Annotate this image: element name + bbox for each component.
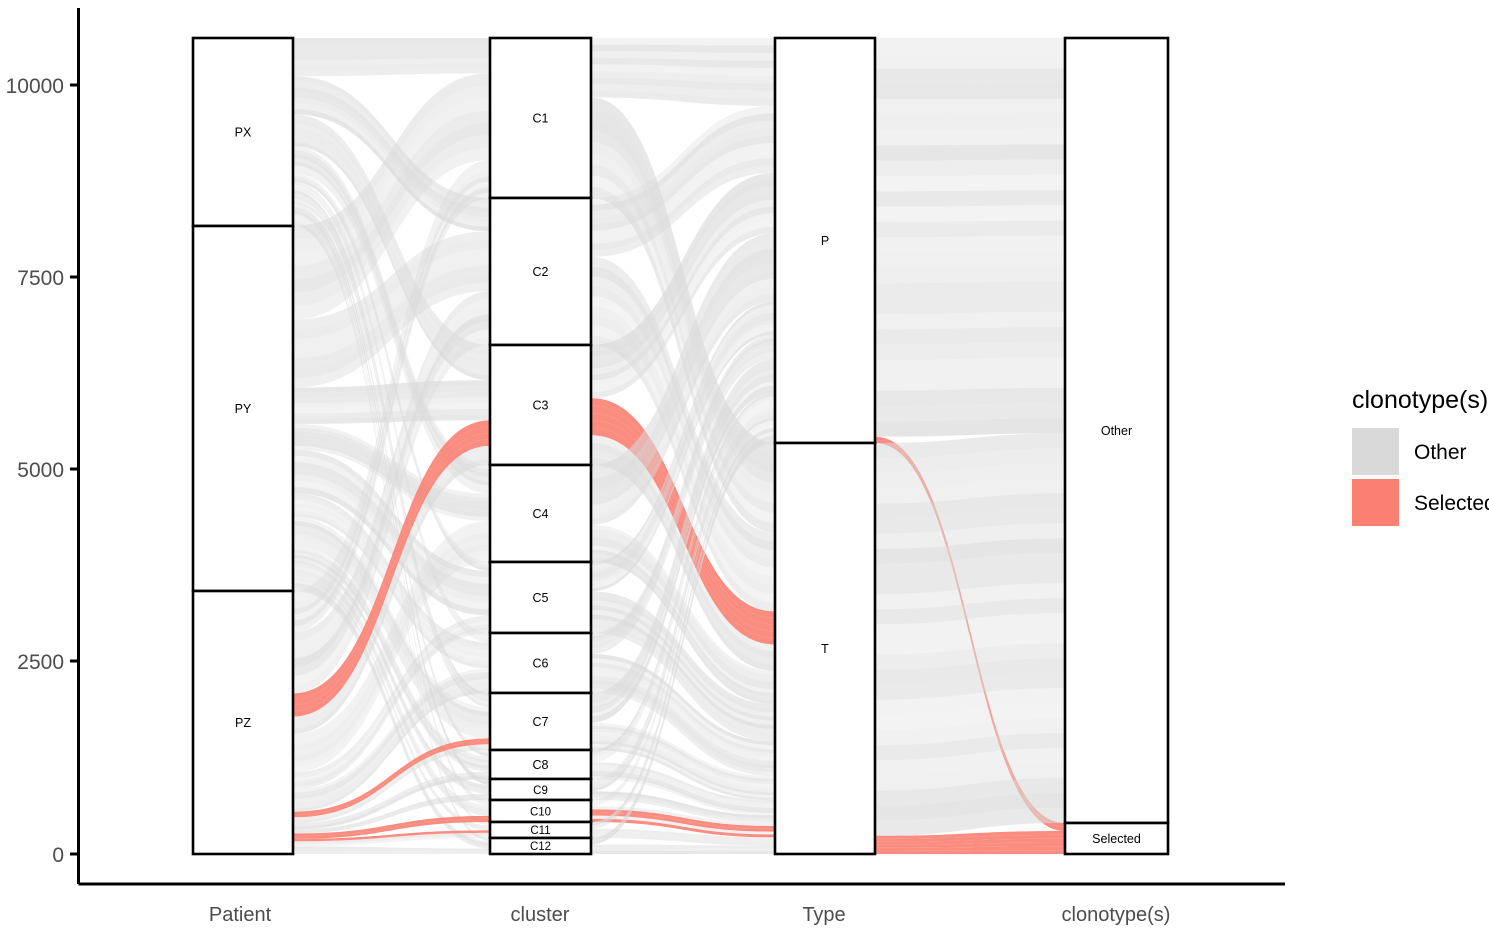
y-axis-tick-label: 7500	[17, 267, 64, 290]
node-clonotype-other[interactable]: Other	[1063, 36, 1170, 825]
legend-swatch-selected[interactable]	[1352, 479, 1399, 526]
flow-patient-cluster-PX-to-C1	[293, 43, 490, 49]
legend-title: clonotype(s)	[1352, 386, 1488, 414]
node-type-t[interactable]: T	[773, 441, 877, 856]
node-label: P	[821, 234, 829, 248]
node-label: C3	[533, 399, 549, 413]
node-label: C8	[533, 758, 549, 772]
legend-layer: clonotype(s) Other Selected	[1352, 386, 1489, 526]
flow-type-clonotype-P-to-Other	[875, 296, 1065, 314]
node-label: PY	[235, 402, 252, 416]
flow-type-clonotype-P-to-Other	[875, 205, 1065, 222]
x-axis-label-cluster: cluster	[511, 904, 570, 926]
y-axis-tick-label: 10000	[6, 75, 64, 98]
node-label: C5	[533, 591, 549, 605]
node-patient-pz[interactable]: PZ	[191, 589, 295, 856]
flow-cluster-type-C1-to-P	[591, 38, 775, 46]
node-label: T	[821, 642, 829, 656]
alluvial-chart: PX PY PZ C1 C2 C3 C4 C5 C6 C7 C8 C9 C10 C11 C12 P T Other…	[6, 8, 1489, 926]
x-axis-label-clonotypes: clonotype(s)	[1062, 904, 1171, 926]
flow-type-clonotype-P-to-Other	[875, 144, 1065, 161]
flow-type-clonotype-P-to-Other	[875, 220, 1065, 238]
flow-type-clonotype-P-to-Other	[875, 129, 1065, 146]
node-cluster-c2[interactable]: C2	[488, 196, 593, 347]
flow-type-clonotype-P-to-Other	[875, 68, 1065, 84]
node-cluster-c3[interactable]: C3	[488, 343, 593, 467]
node-type-p[interactable]: P	[773, 36, 877, 445]
flow-type-clonotype-P-to-Other	[875, 311, 1065, 330]
flow-type-clonotype-P-to-Other	[875, 174, 1065, 192]
node-cluster-c10[interactable]: C10	[488, 798, 593, 824]
flow-type-clonotype-P-to-Other	[875, 326, 1065, 345]
node-cluster-c8[interactable]: C8	[488, 748, 593, 781]
legend-swatch-other[interactable]	[1352, 428, 1399, 475]
node-label: C9	[533, 785, 548, 797]
node-cluster-c4[interactable]: C4	[488, 463, 593, 564]
x-axis-label-patient: Patient	[209, 904, 272, 926]
flow-type-clonotype-P-to-Other	[875, 266, 1065, 284]
flow-type-clonotype-P-to-Other	[875, 114, 1065, 130]
node-label: PX	[235, 126, 252, 140]
node-cluster-c9[interactable]: C9	[488, 777, 593, 802]
flow-type-clonotype-P-to-Other	[875, 357, 1065, 376]
flow-type-clonotype-P-to-Other	[875, 53, 1065, 69]
node-label: C10	[530, 807, 551, 819]
chart-root: PX PY PZ C1 C2 C3 C4 C5 C6 C7 C8 C9 C10 C11 C12 P T Other…	[0, 0, 1489, 932]
node-label: Other	[1101, 424, 1132, 438]
node-label: C11	[530, 825, 550, 837]
x-axis-label-type: Type	[802, 904, 845, 926]
node-cluster-c12[interactable]: C12	[488, 836, 593, 856]
flow-type-clonotype-P-to-Other	[875, 250, 1065, 268]
node-patient-py[interactable]: PY	[191, 224, 295, 593]
node-cluster-c5[interactable]: C5	[488, 560, 593, 635]
node-cluster-c1[interactable]: C1	[488, 36, 593, 200]
y-axis-tick-label: 5000	[17, 459, 64, 482]
node-patient-px[interactable]: PX	[191, 36, 295, 228]
node-label: Selected	[1092, 832, 1141, 846]
node-clonotype-selected[interactable]: Selected	[1063, 821, 1170, 856]
y-axis-tick-label: 0	[52, 844, 64, 867]
flow-type-clonotype-P-to-Other	[875, 83, 1065, 100]
node-label: PZ	[235, 716, 251, 730]
legend-label-other: Other	[1414, 441, 1467, 464]
node-label: C6	[533, 657, 549, 671]
flow-type-clonotype-P-to-Other	[875, 159, 1065, 176]
flow-type-clonotype-P-to-Other	[875, 281, 1065, 299]
flow-type-clonotype-P-to-Other	[875, 38, 1065, 54]
node-label: C1	[533, 112, 549, 126]
y-axis-tick-label: 2500	[17, 651, 64, 674]
node-label: C7	[533, 715, 549, 729]
flow-type-clonotype-P-to-Other	[875, 190, 1065, 207]
flow-cluster-type-C12-to-T	[591, 850, 775, 854]
node-cluster-c7[interactable]: C7	[488, 691, 593, 752]
flow-type-clonotype-P-to-Other	[875, 98, 1065, 115]
flow-ribbons-layer	[293, 38, 1065, 854]
flow-patient-cluster-PX-to-C1	[293, 38, 490, 44]
flow-type-clonotype-P-to-Other	[875, 342, 1065, 360]
node-label: C12	[530, 841, 551, 853]
legend-label-selected: Selected	[1414, 492, 1489, 515]
node-label: C4	[533, 507, 549, 521]
node-cluster-c11[interactable]: C11	[488, 820, 593, 840]
node-cluster-c6[interactable]: C6	[488, 631, 593, 695]
flow-type-clonotype-P-to-Other	[875, 235, 1065, 253]
node-label: C2	[533, 265, 549, 279]
